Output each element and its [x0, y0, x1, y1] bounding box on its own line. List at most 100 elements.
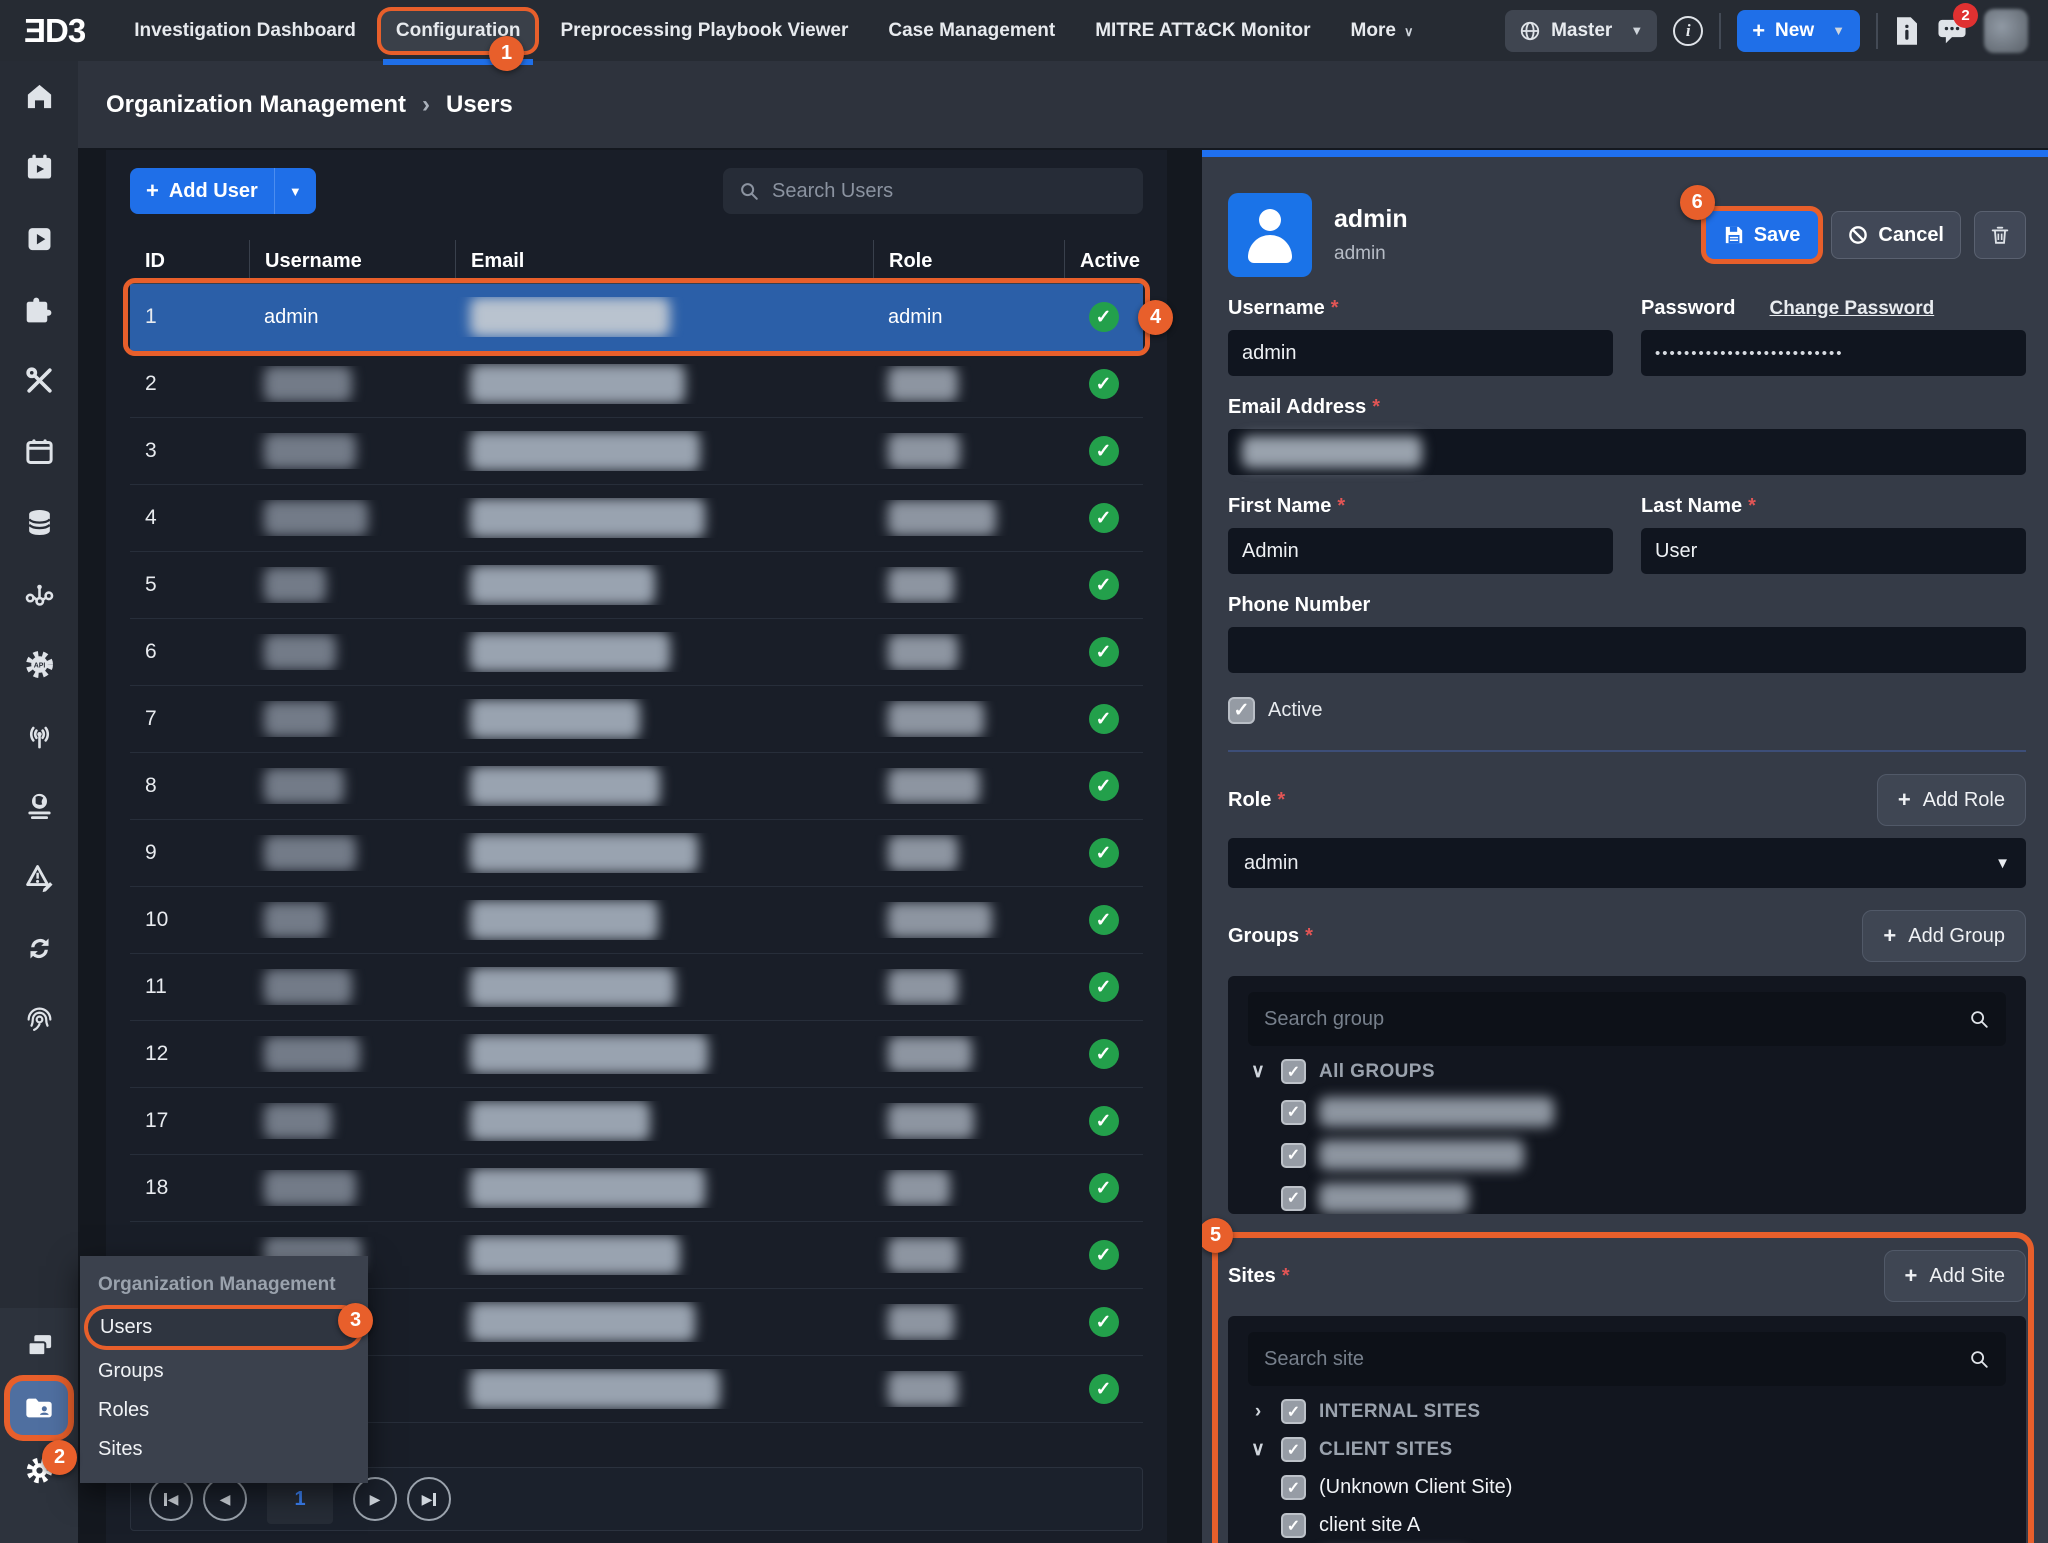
sidebar-item-api[interactable]: API — [0, 629, 78, 700]
column-header-active[interactable]: Active — [1064, 240, 1143, 283]
cancel-button[interactable]: Cancel — [1831, 211, 1961, 259]
group-tree-item[interactable]: ✓ — [1281, 1183, 2006, 1213]
change-password-link[interactable]: Change Password — [1769, 298, 1934, 320]
table-row[interactable]: 10✓ — [130, 887, 1143, 954]
column-header-id[interactable]: ID — [130, 240, 249, 283]
pagination-last-button[interactable]: ▶ — [407, 1477, 451, 1521]
nav-item-case-management[interactable]: Case Management — [873, 11, 1070, 51]
site-leaf-node[interactable]: ✓client site A — [1281, 1513, 2006, 1538]
redacted-email — [470, 967, 675, 1007]
role-select[interactable]: admin ▼ — [1228, 838, 2026, 888]
first-name-field[interactable]: Admin — [1228, 528, 1613, 574]
pagination-first-button[interactable]: ◀ — [149, 1477, 193, 1521]
site-group-node[interactable]: ∨✓CLIENT SITES — [1248, 1437, 2006, 1462]
group-checkbox[interactable]: ✓ — [1281, 1143, 1306, 1168]
nav-item-preprocessing-playbook-viewer[interactable]: Preprocessing Playbook Viewer — [545, 11, 863, 51]
active-status-icon: ✓ — [1089, 436, 1119, 466]
table-row[interactable]: 5✓ — [130, 552, 1143, 619]
add-site-button[interactable]: +Add Site — [1884, 1250, 2026, 1302]
groups-root-node[interactable]: ∨ ✓ All GROUPS — [1248, 1059, 2006, 1084]
sidebar-item-link-analysis[interactable] — [0, 558, 78, 629]
flyout-item-groups[interactable]: Groups — [80, 1352, 368, 1391]
trash-icon — [1989, 224, 2011, 246]
table-row[interactable]: 17✓ — [130, 1088, 1143, 1155]
sidebar-item-org-management[interactable] — [10, 1381, 68, 1435]
sidebar-item-sync[interactable] — [0, 913, 78, 984]
table-row[interactable]: 2✓ — [130, 351, 1143, 418]
table-row[interactable]: 3✓ — [130, 418, 1143, 485]
user-avatar[interactable] — [1984, 9, 2028, 53]
search-site-input[interactable]: Search site — [1248, 1332, 2006, 1386]
email-field[interactable] — [1228, 429, 2026, 475]
site-group-node[interactable]: ›✓INTERNAL SITES — [1248, 1399, 2006, 1424]
table-row[interactable]: 4✓ — [130, 485, 1143, 552]
nav-item-investigation-dashboard[interactable]: Investigation Dashboard — [119, 11, 371, 51]
table-row[interactable]: 11✓ — [130, 954, 1143, 1021]
notifications-button[interactable]: 2 — [1936, 16, 1968, 46]
flyout-item-sites[interactable]: Sites — [80, 1430, 368, 1469]
site-checkbox[interactable]: ✓ — [1281, 1437, 1306, 1462]
group-tree-item[interactable]: ✓ — [1281, 1097, 2006, 1127]
breadcrumb-section[interactable]: Organization Management — [106, 91, 406, 119]
api-gear-icon: API — [24, 649, 55, 680]
flyout-item-roles[interactable]: Roles — [80, 1391, 368, 1430]
active-checkbox[interactable]: ✓ — [1228, 697, 1255, 724]
site-checkbox[interactable]: ✓ — [1281, 1513, 1306, 1538]
delete-button[interactable] — [1974, 211, 2026, 259]
sidebar-item-events[interactable] — [0, 416, 78, 487]
sidebar-item-web[interactable] — [0, 771, 78, 842]
site-leaf-node[interactable]: ✓(Unknown Client Site) — [1281, 1475, 2006, 1500]
column-header-role[interactable]: Role — [873, 240, 1064, 283]
site-checkbox[interactable]: ✓ — [1281, 1475, 1306, 1500]
group-tree-item[interactable]: ✓ — [1281, 1140, 2006, 1170]
search-users-input[interactable]: Search Users — [723, 168, 1143, 214]
add-role-button[interactable]: +Add Role — [1877, 774, 2026, 826]
chevron-down-icon[interactable]: ∨ — [1248, 1438, 1268, 1461]
sidebar-item-windows[interactable] — [24, 1330, 55, 1361]
new-button[interactable]: + New ▼ — [1737, 10, 1860, 52]
sidebar-item-integrations[interactable] — [0, 274, 78, 345]
sidebar-item-utilities[interactable] — [0, 345, 78, 416]
group-checkbox[interactable]: ✓ — [1281, 1186, 1306, 1211]
sidebar-item-home[interactable] — [0, 61, 78, 132]
sidebar-item-data[interactable] — [0, 487, 78, 558]
add-group-button[interactable]: +Add Group — [1862, 910, 2026, 962]
sidebar-item-investigation-dashboard[interactable] — [0, 132, 78, 203]
nav-item-more[interactable]: More∨ — [1336, 11, 1429, 51]
group-checkbox[interactable]: ✓ — [1281, 1100, 1306, 1125]
save-button[interactable]: Save 6 — [1706, 211, 1819, 259]
info-icon[interactable]: i — [1673, 16, 1703, 46]
site-checkbox[interactable]: ✓ — [1281, 1399, 1306, 1424]
chevron-right-icon[interactable]: › — [1248, 1401, 1268, 1423]
search-group-input[interactable]: Search group — [1248, 992, 2006, 1046]
username-field[interactable]: admin — [1228, 330, 1613, 376]
column-header-username[interactable]: Username — [249, 240, 455, 283]
add-user-dropdown[interactable]: ▼ — [274, 168, 316, 214]
phone-field[interactable] — [1228, 627, 2026, 673]
column-header-email[interactable]: Email — [455, 240, 873, 283]
table-row[interactable]: 1adminadmin✓ — [130, 284, 1143, 351]
sidebar-item-incident-edit[interactable] — [0, 842, 78, 913]
sidebar-item-fingerprint[interactable] — [0, 984, 78, 1055]
pagination-prev-button[interactable]: ◀ — [203, 1477, 247, 1521]
flyout-item-users[interactable]: Users — [88, 1309, 360, 1346]
table-row[interactable]: 9✓ — [130, 820, 1143, 887]
group-checkbox[interactable]: ✓ — [1281, 1059, 1306, 1084]
notification-count-badge: 2 — [1953, 3, 1978, 28]
workspace-selector[interactable]: Master ▼ — [1505, 10, 1657, 52]
table-row[interactable]: 6✓ — [130, 619, 1143, 686]
groups-tree-box: Search group ∨ ✓ All GROUPS ✓ ✓ ✓ ✓ — [1228, 976, 2026, 1214]
password-field[interactable]: •••••••••••••••••••••••••• — [1641, 330, 2026, 376]
last-name-field[interactable]: User — [1641, 528, 2026, 574]
pagination-next-button[interactable]: ▶ — [353, 1477, 397, 1521]
nav-item-mitre-att-ck-monitor[interactable]: MITRE ATT&CK Monitor — [1080, 11, 1325, 51]
table-row[interactable]: 7✓ — [130, 686, 1143, 753]
document-button[interactable] — [1894, 16, 1920, 46]
role-select-value: admin — [1244, 852, 1298, 875]
table-row[interactable]: 8✓ — [130, 753, 1143, 820]
add-user-button[interactable]: +Add User ▼ — [130, 168, 316, 214]
sidebar-item-broadcast[interactable] — [0, 700, 78, 771]
table-row[interactable]: 12✓ — [130, 1021, 1143, 1088]
sidebar-item-playbook[interactable] — [0, 203, 78, 274]
table-row[interactable]: 18✓ — [130, 1155, 1143, 1222]
